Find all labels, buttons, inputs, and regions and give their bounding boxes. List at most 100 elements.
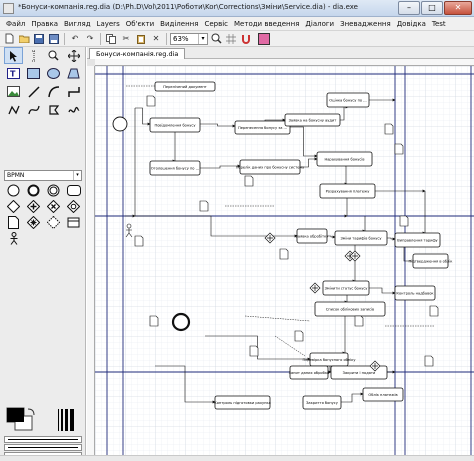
magnet-icon[interactable] xyxy=(239,32,253,45)
bpmn-task-node[interactable]: Перенесення бонусу за ... xyxy=(234,120,291,135)
data-object-icon[interactable] xyxy=(134,235,144,247)
undo-icon[interactable]: ↶ xyxy=(68,32,82,45)
data-object-icon[interactable] xyxy=(249,345,259,357)
close-button[interactable]: ✕ xyxy=(444,1,472,15)
bpmn-thick-circle-icon[interactable] xyxy=(24,183,43,198)
bpmn-actor-icon[interactable] xyxy=(4,231,23,246)
menu-file[interactable]: Файл xyxy=(3,17,28,30)
menu-layers[interactable]: Layers xyxy=(94,17,123,30)
color-selector[interactable] xyxy=(6,407,78,436)
bpmn-task-node[interactable]: Закриття бонусу xyxy=(302,395,342,410)
bpmn-task-node[interactable]: Список облікових записів xyxy=(314,301,386,317)
move-icon[interactable] xyxy=(64,47,83,64)
bpmn-document-icon[interactable] xyxy=(4,215,23,230)
bpmn-task-node[interactable]: Виправлення тарифу xyxy=(394,232,441,248)
bpmn-gateway-icon[interactable] xyxy=(4,199,23,214)
bpmn-task-node[interactable]: Розрахування платежу xyxy=(319,183,376,199)
data-object-icon[interactable] xyxy=(294,330,304,342)
zigzag-icon[interactable] xyxy=(64,83,83,100)
line-width-icon[interactable] xyxy=(58,409,74,431)
end-event-icon[interactable] xyxy=(171,312,191,332)
menu-input-methods[interactable]: Методи введення xyxy=(231,17,302,30)
bpmn-task-node[interactable]: Зміни тарифів бонусу xyxy=(334,230,388,246)
menu-edit[interactable]: Правка xyxy=(28,17,61,30)
text-icon[interactable]: T xyxy=(4,65,23,82)
bpmn-task-node[interactable]: Нарахування бонусів xyxy=(316,151,373,167)
bpmn-data-store-icon[interactable] xyxy=(64,215,83,230)
start-event-icon[interactable] xyxy=(112,116,128,132)
text-cursor-icon[interactable] xyxy=(24,47,43,64)
box-icon[interactable] xyxy=(24,65,43,82)
line-icon[interactable] xyxy=(24,83,43,100)
bpmn-task-node[interactable]: Контроль підготовки рахунка xyxy=(214,395,271,410)
menu-tools[interactable]: Сервіс xyxy=(201,17,231,30)
data-object-icon[interactable] xyxy=(354,315,364,327)
swap-colors-icon[interactable] xyxy=(27,408,35,416)
bpmn-dashed-diamond-icon[interactable] xyxy=(44,215,63,230)
bpmn-gateway-circle-icon[interactable] xyxy=(64,199,83,214)
image-icon[interactable] xyxy=(4,83,23,100)
bpmn-task-node[interactable]: Повідомлення бонусу xyxy=(149,117,201,133)
data-object-icon[interactable] xyxy=(424,355,434,367)
snap-grid-icon[interactable] xyxy=(224,32,238,45)
menu-view[interactable]: Вигляд xyxy=(61,17,94,30)
menu-debug[interactable]: Зневадження xyxy=(337,17,394,30)
menu-test[interactable]: Test xyxy=(429,17,449,30)
zoom-fit-icon[interactable] xyxy=(209,32,223,45)
bpmn-diagram[interactable]: Перелічений документ Повідомлення бонусу О… xyxy=(95,66,474,455)
bpmn-task-node[interactable]: Змінити статус бонусу xyxy=(322,280,370,296)
data-object-icon[interactable] xyxy=(244,175,254,187)
line-start-arrow-select[interactable] xyxy=(4,436,82,443)
menu-help[interactable]: Довідка xyxy=(394,17,429,30)
pointer-icon[interactable] xyxy=(4,47,23,64)
data-object-icon[interactable] xyxy=(279,248,289,260)
sheet-select[interactable]: BPMN ▾ xyxy=(4,170,82,181)
data-object-icon[interactable] xyxy=(199,200,209,212)
bpmn-task-node[interactable]: Підтвердження в облік xyxy=(409,253,454,269)
bpmn-circle-icon[interactable] xyxy=(4,183,23,198)
accent-color-swatch[interactable] xyxy=(258,32,270,45)
bpmn-gateway-x-icon[interactable] xyxy=(44,199,63,214)
data-object-icon[interactable] xyxy=(146,95,156,107)
bpmn-gateway-star-icon[interactable] xyxy=(24,215,43,230)
bpmn-task-node[interactable]: Оцінка бонусу по ... xyxy=(326,92,370,108)
outline-icon[interactable] xyxy=(44,101,63,118)
bpmn-task-node[interactable]: Перевірка бонусного обліку xyxy=(303,352,357,367)
bpmn-double-circle-icon[interactable] xyxy=(44,183,63,198)
polygon-icon[interactable] xyxy=(64,65,83,82)
menu-dialogs[interactable]: Діалоги xyxy=(302,17,337,30)
data-object-icon[interactable] xyxy=(399,215,409,227)
bpmn-task-node[interactable]: Перелік даних про бонусну систему xyxy=(236,159,305,175)
cut-icon[interactable]: ✂ xyxy=(119,32,133,45)
bpmn-task-node[interactable]: Заявка обробітку xyxy=(296,228,330,244)
copy-icon[interactable] xyxy=(104,32,118,45)
line-style-select[interactable] xyxy=(4,444,82,451)
arc-icon[interactable] xyxy=(44,83,63,100)
open-folder-icon[interactable] xyxy=(17,32,31,45)
bpmn-task-node[interactable]: Контроль надбавок xyxy=(394,285,436,301)
data-object-icon[interactable] xyxy=(394,143,404,155)
bpmn-rounded-rect-icon[interactable] xyxy=(64,183,83,198)
menu-objects[interactable]: Об'єкти xyxy=(123,17,157,30)
maximize-button[interactable]: □ xyxy=(421,1,443,15)
bpmn-task-node[interactable]: Оголошення бонусу по ... xyxy=(149,160,201,176)
data-object-icon[interactable] xyxy=(429,305,439,317)
polyline-icon[interactable] xyxy=(4,101,23,118)
bpmn-task-node[interactable]: Запит даних обробки xyxy=(289,365,330,380)
bpmn-task-node[interactable]: Перелічений документ xyxy=(154,81,216,92)
minimize-button[interactable]: – xyxy=(398,1,420,15)
new-file-icon[interactable] xyxy=(2,32,16,45)
bezier-icon[interactable] xyxy=(24,101,43,118)
redo-icon[interactable]: ↷ xyxy=(83,32,97,45)
save-icon[interactable] xyxy=(32,32,46,45)
paste-icon[interactable] xyxy=(134,32,148,45)
save-as-icon[interactable] xyxy=(47,32,61,45)
data-object-icon[interactable] xyxy=(149,315,159,327)
menu-select[interactable]: Виділення xyxy=(157,17,201,30)
freehand-icon[interactable] xyxy=(64,101,83,118)
document-tab[interactable]: Бонуси-компанія.reg.dia xyxy=(89,48,186,59)
bpmn-task-node[interactable]: Облік платежів xyxy=(362,387,404,402)
diagram-canvas[interactable]: Перелічений документ Повідомлення бонусу О… xyxy=(95,66,474,455)
bpmn-task-node[interactable]: Заявка на бонусну аудит xyxy=(284,113,341,127)
data-object-icon[interactable] xyxy=(384,123,394,135)
